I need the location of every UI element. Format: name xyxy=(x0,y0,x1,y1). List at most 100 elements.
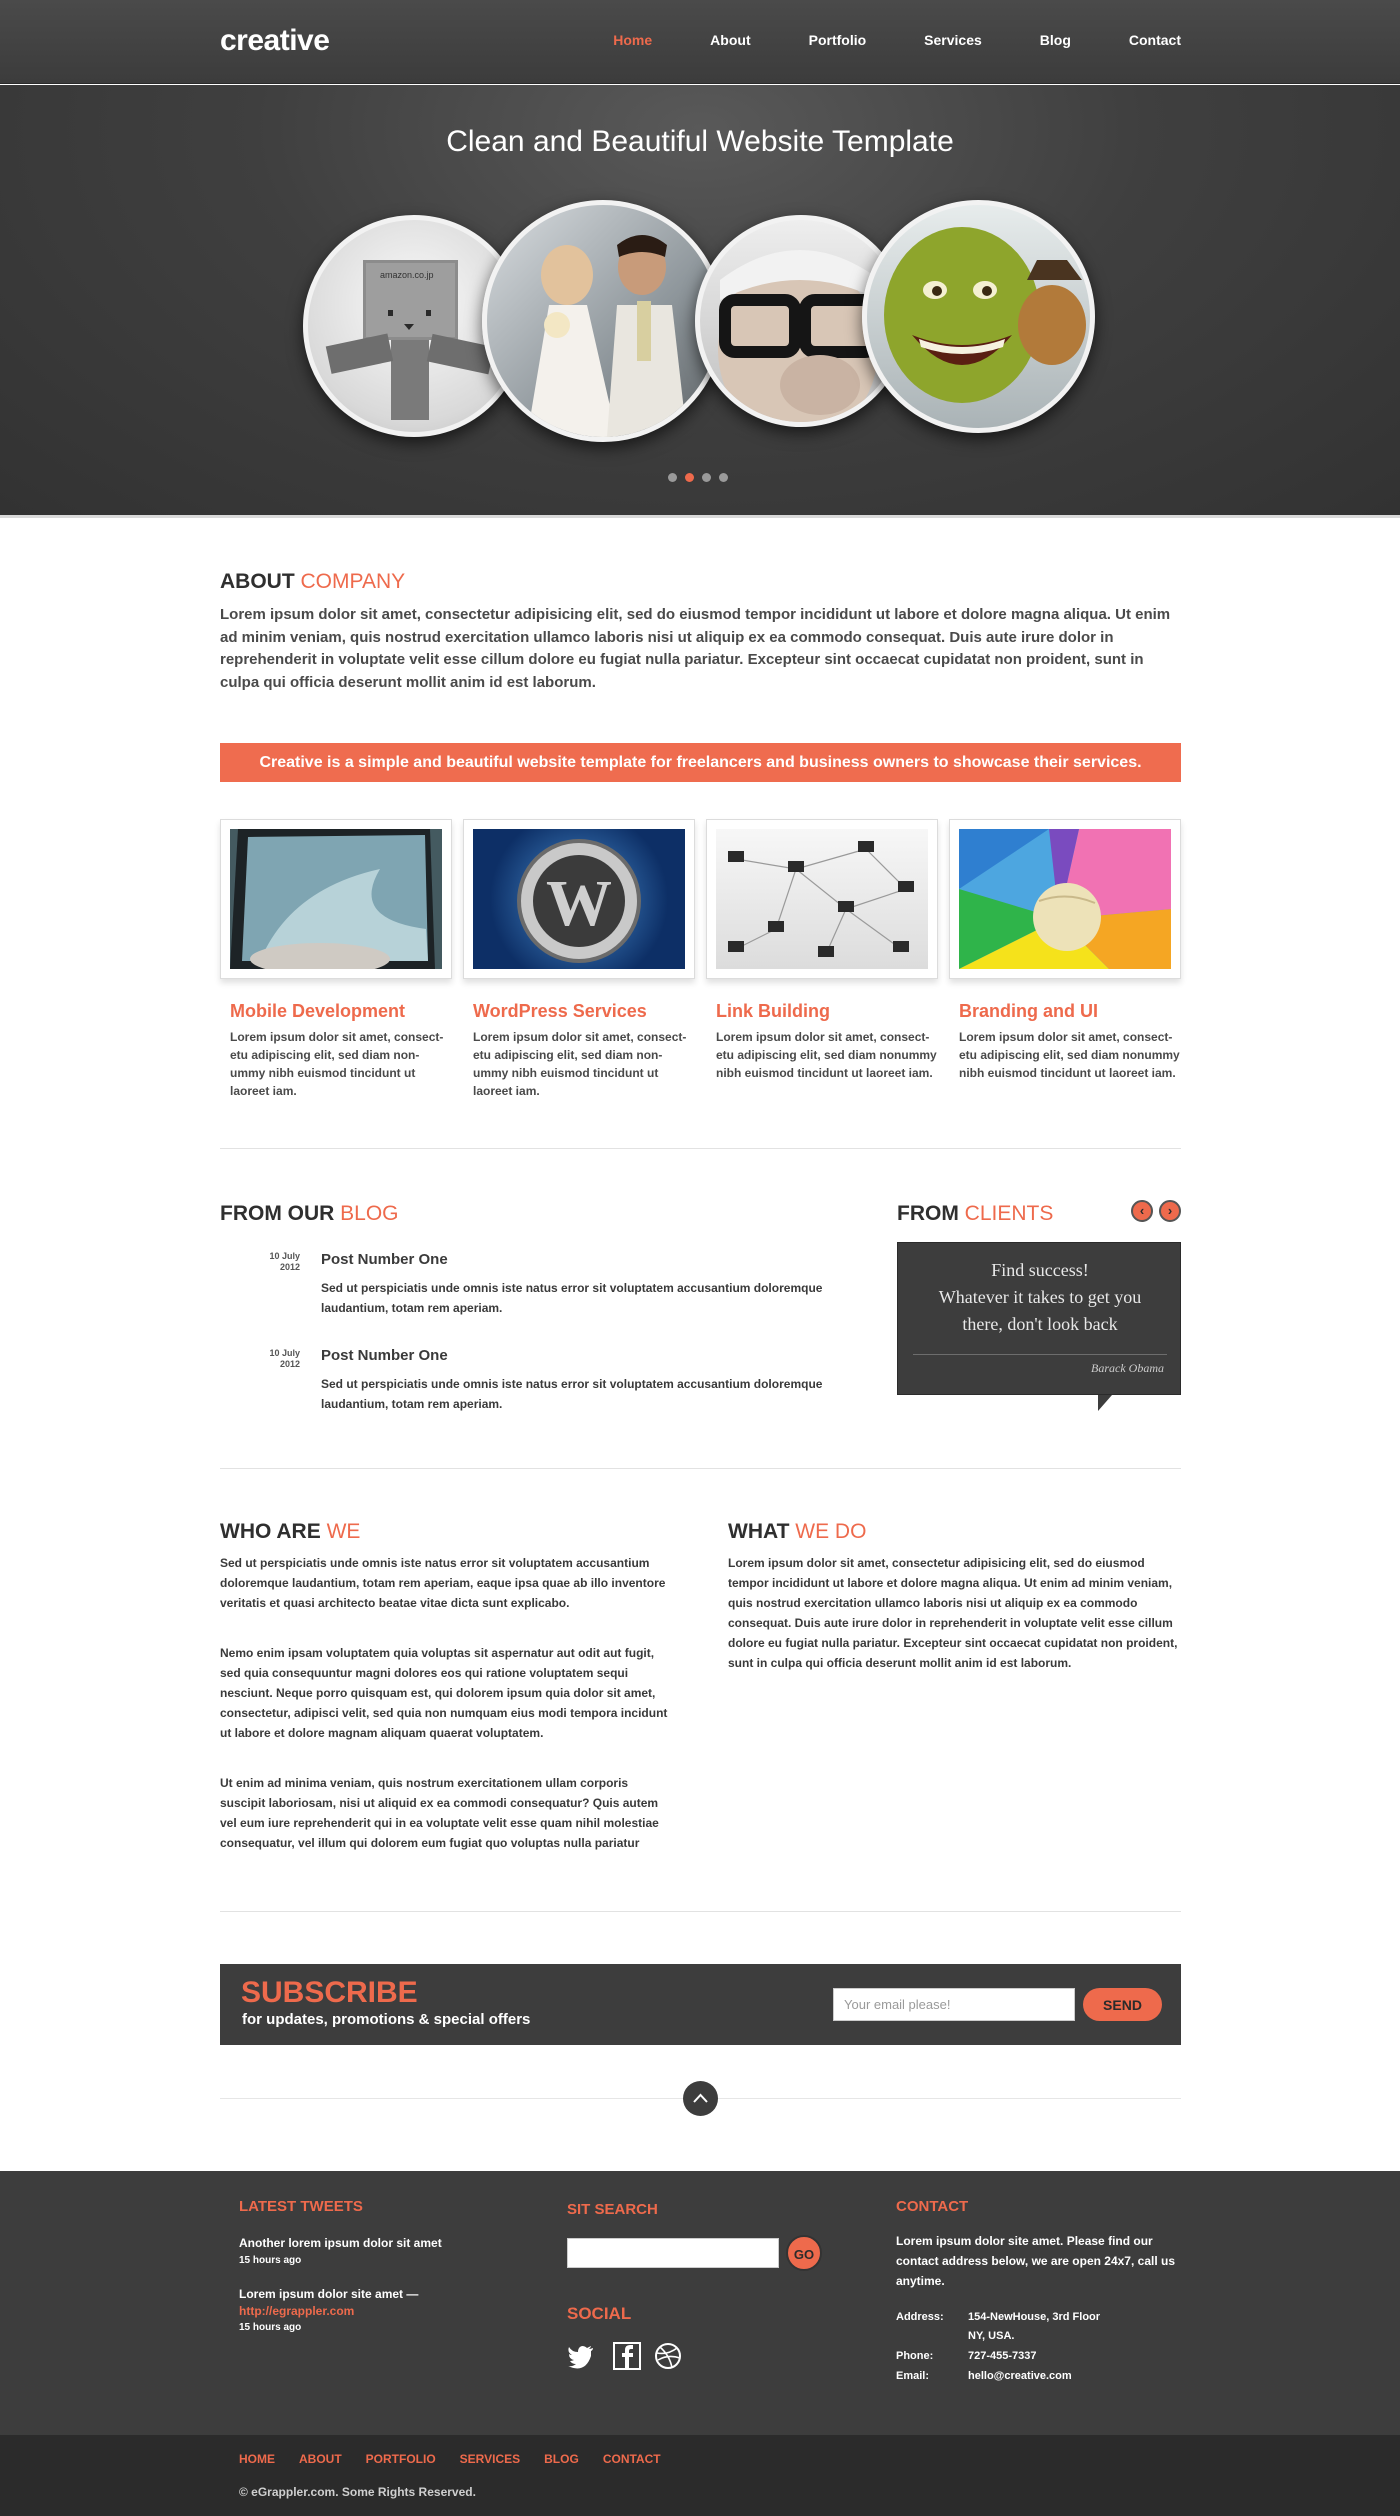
contact-heading: CONTACT xyxy=(896,2198,969,2215)
service-image-wordpress: W xyxy=(473,829,685,969)
clients-prev-button[interactable]: ‹ xyxy=(1131,1200,1153,1222)
site-header: creative Home About Portfolio Services B… xyxy=(0,0,1400,84)
service-image-mobile xyxy=(230,829,442,969)
slide-image-ogre[interactable] xyxy=(862,200,1095,433)
slider-dot-4[interactable] xyxy=(719,473,728,482)
back-to-top-button[interactable] xyxy=(683,2081,718,2116)
footer-search-go-button[interactable]: GO xyxy=(786,2235,822,2271)
tweet-time: 15 hours ago xyxy=(239,2322,302,2333)
post-title[interactable]: Post Number One xyxy=(321,1347,448,1364)
testimonial-divider xyxy=(913,1354,1167,1355)
service-image-frame xyxy=(220,819,452,979)
footer-nav-blog[interactable]: BLOG xyxy=(544,2452,579,2466)
who-paragraph-1: Sed ut perspiciatis unde omnis iste natu… xyxy=(220,1556,666,1610)
footer-nav-home[interactable]: HOME xyxy=(239,2452,275,2466)
phone-label: Phone: xyxy=(896,2350,934,2362)
service-title[interactable]: Mobile Development xyxy=(230,1001,452,1022)
service-text: Lorem ipsum dolor sit amet, consect-etu … xyxy=(959,1030,1180,1080)
subscribe-send-button[interactable]: SEND xyxy=(1083,1988,1162,2021)
quote-line-3: there, don't look back xyxy=(962,1314,1118,1334)
service-card-links[interactable]: Link Building Lorem ipsum dolor sit amet… xyxy=(706,819,938,1082)
address-line-2: NY, USA. xyxy=(968,2330,1015,2342)
footer-search-input[interactable] xyxy=(567,2238,779,2268)
address-label: Address: xyxy=(896,2311,944,2323)
email-label: Email: xyxy=(896,2370,930,2382)
facebook-icon[interactable] xyxy=(613,2342,641,2370)
dribbble-icon[interactable] xyxy=(654,2342,682,2370)
phone-value: 727-455-7337 xyxy=(968,2350,1037,2362)
post-date: 10 July 2012 xyxy=(220,1251,300,1273)
post-date-year: 2012 xyxy=(279,1359,300,1369)
address-line-1: 154-NewHouse, 3rd Floor xyxy=(968,2311,1101,2323)
slide-image-wedding[interactable] xyxy=(482,200,724,442)
footer-nav-portfolio[interactable]: PORTFOLIO xyxy=(366,2452,436,2466)
subscribe-title: SUBSCRIBE xyxy=(241,1976,418,2009)
service-text: Lorem ipsum dolor sit amet, consect-etu … xyxy=(716,1030,937,1080)
nav-contact[interactable]: Contact xyxy=(1129,32,1181,48)
slider-dot-1[interactable] xyxy=(668,473,677,482)
quote-line-1: Find success! xyxy=(991,1260,1089,1280)
nav-services[interactable]: Services xyxy=(924,32,982,48)
svg-text:W: W xyxy=(546,867,612,940)
service-card-wordpress[interactable]: W WordPress Services Lorem ipsum dolor s… xyxy=(463,819,695,1100)
about-text: Lorem ipsum dolor sit amet, consectetur … xyxy=(220,606,1171,691)
bottom-bar: HOME ABOUT PORTFOLIO SERVICES BLOG CONTA… xyxy=(0,2435,1400,2516)
post-date-day: 10 July xyxy=(269,1251,300,1261)
what-paragraph: Lorem ipsum dolor sit amet, consectetur … xyxy=(728,1556,1178,1670)
testimonial-author: Barack Obama xyxy=(1091,1361,1164,1375)
email-value[interactable]: hello@creative.com xyxy=(968,2370,1072,2382)
divider xyxy=(220,1148,1181,1149)
service-image-network xyxy=(716,829,928,969)
service-image-frame xyxy=(949,819,1181,979)
divider xyxy=(220,1911,1181,1912)
clients-heading-b: CLIENTS xyxy=(964,1202,1054,1225)
post-date-year: 2012 xyxy=(279,1262,300,1272)
social-heading: SOCIAL xyxy=(567,2304,632,2323)
chevron-up-icon xyxy=(693,2093,708,2103)
clients-next-button[interactable]: › xyxy=(1159,1200,1181,1222)
service-title[interactable]: Branding and UI xyxy=(959,1001,1181,1022)
footer-nav-services[interactable]: SERVICES xyxy=(460,2452,520,2466)
what-heading-b: WE DO xyxy=(795,1520,867,1543)
service-title[interactable]: WordPress Services xyxy=(473,1001,695,1022)
post-excerpt: Sed ut perspiciatis unde omnis iste natu… xyxy=(321,1377,823,1411)
main-nav: Home About Portfolio Services Blog Conta… xyxy=(555,32,1181,48)
testimonial-quote: Find success! Whatever it takes to get y… xyxy=(898,1257,1182,1338)
service-card-branding[interactable]: Branding and UI Lorem ipsum dolor sit am… xyxy=(949,819,1181,1082)
service-title[interactable]: Link Building xyxy=(716,1001,938,1022)
nav-portfolio[interactable]: Portfolio xyxy=(809,32,867,48)
service-text: Lorem ipsum dolor sit amet, consect-etu … xyxy=(230,1030,444,1098)
what-heading-a: WHAT xyxy=(728,1520,796,1543)
wordpress-logo-icon: W xyxy=(517,839,641,963)
quote-line-2: Whatever it takes to get you xyxy=(938,1287,1142,1307)
what-heading: WHAT WE DO xyxy=(728,1520,866,1544)
footer-nav: HOME ABOUT PORTFOLIO SERVICES BLOG CONTA… xyxy=(239,2452,685,2466)
nav-home[interactable]: Home xyxy=(613,32,652,48)
color-wheel-illustration xyxy=(959,829,1171,969)
nav-about[interactable]: About xyxy=(710,32,750,48)
slider-dot-3[interactable] xyxy=(702,473,711,482)
nav-blog[interactable]: Blog xyxy=(1040,32,1071,48)
service-image-frame: W xyxy=(463,819,695,979)
slider-dots xyxy=(668,473,728,482)
who-paragraph-2: Nemo enim ipsam voluptatem quia voluptas… xyxy=(220,1646,668,1740)
site-logo[interactable]: creative xyxy=(220,24,330,58)
service-card-mobile[interactable]: Mobile Development Lorem ipsum dolor sit… xyxy=(220,819,452,1100)
hero-title: Clean and Beautiful Website Template xyxy=(446,125,954,158)
slider-dot-2[interactable] xyxy=(685,473,694,482)
about-heading-a: ABOUT xyxy=(220,570,301,593)
clients-heading-a: FROM xyxy=(897,1202,965,1225)
svg-text:amazon.co.jp: amazon.co.jp xyxy=(380,270,434,280)
subscribe-email-input[interactable] xyxy=(833,1988,1075,2021)
twitter-icon[interactable] xyxy=(567,2342,595,2370)
post-title[interactable]: Post Number One xyxy=(321,1251,448,1268)
footer-nav-about[interactable]: ABOUT xyxy=(299,2452,342,2466)
footer-nav-contact[interactable]: CONTACT xyxy=(603,2452,661,2466)
post-excerpt: Sed ut perspiciatis unde omnis iste natu… xyxy=(321,1281,823,1315)
tablet-illustration xyxy=(230,829,442,969)
testimonial-box: Find success! Whatever it takes to get y… xyxy=(897,1242,1181,1395)
who-heading-a: WHO ARE xyxy=(220,1520,327,1543)
about-heading: ABOUT COMPANY xyxy=(220,570,1181,594)
ogre-illustration xyxy=(884,227,1086,403)
blog-heading-b: BLOG xyxy=(340,1202,399,1225)
